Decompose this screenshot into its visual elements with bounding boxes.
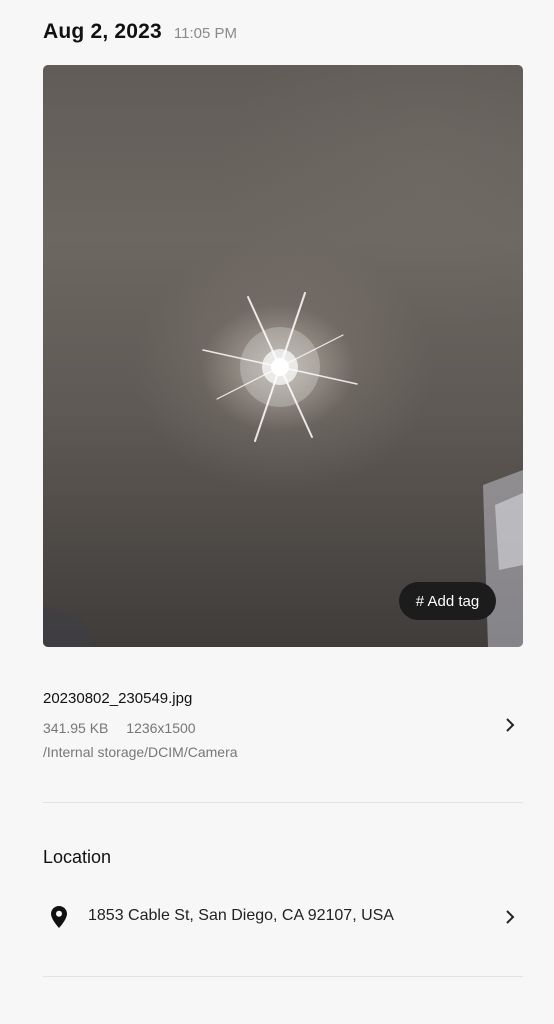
photo-header: Aug 2, 2023 11:05 PM: [43, 20, 237, 44]
file-path: /Internal storage/DCIM/Camera: [43, 744, 238, 760]
divider: [43, 976, 523, 977]
chevron-right-icon: [503, 718, 517, 732]
add-tag-button[interactable]: # Add tag: [399, 582, 496, 620]
location-row[interactable]: 1853 Cable St, San Diego, CA 92107, USA: [43, 900, 523, 934]
photo-time: 11:05 PM: [173, 25, 238, 42]
file-meta: 341.95 KB 1236x1500: [43, 720, 196, 736]
file-name: 20230802_230549.jpg: [43, 690, 193, 707]
map-pin-icon: [51, 906, 67, 933]
divider: [43, 802, 523, 803]
location-address: 1853 Cable St, San Diego, CA 92107, USA: [88, 907, 394, 924]
moon-starburst-image: [43, 292, 523, 647]
file-details-row[interactable]: 20230802_230549.jpg 341.95 KB 1236x1500 …: [43, 690, 523, 770]
photo-preview[interactable]: [43, 65, 523, 647]
file-resolution: 1236x1500: [126, 720, 196, 736]
photo-date: Aug 2, 2023: [43, 20, 162, 43]
file-size: 341.95 KB: [43, 720, 109, 736]
chevron-right-icon: [503, 910, 517, 924]
location-section-title: Location: [43, 847, 112, 867]
